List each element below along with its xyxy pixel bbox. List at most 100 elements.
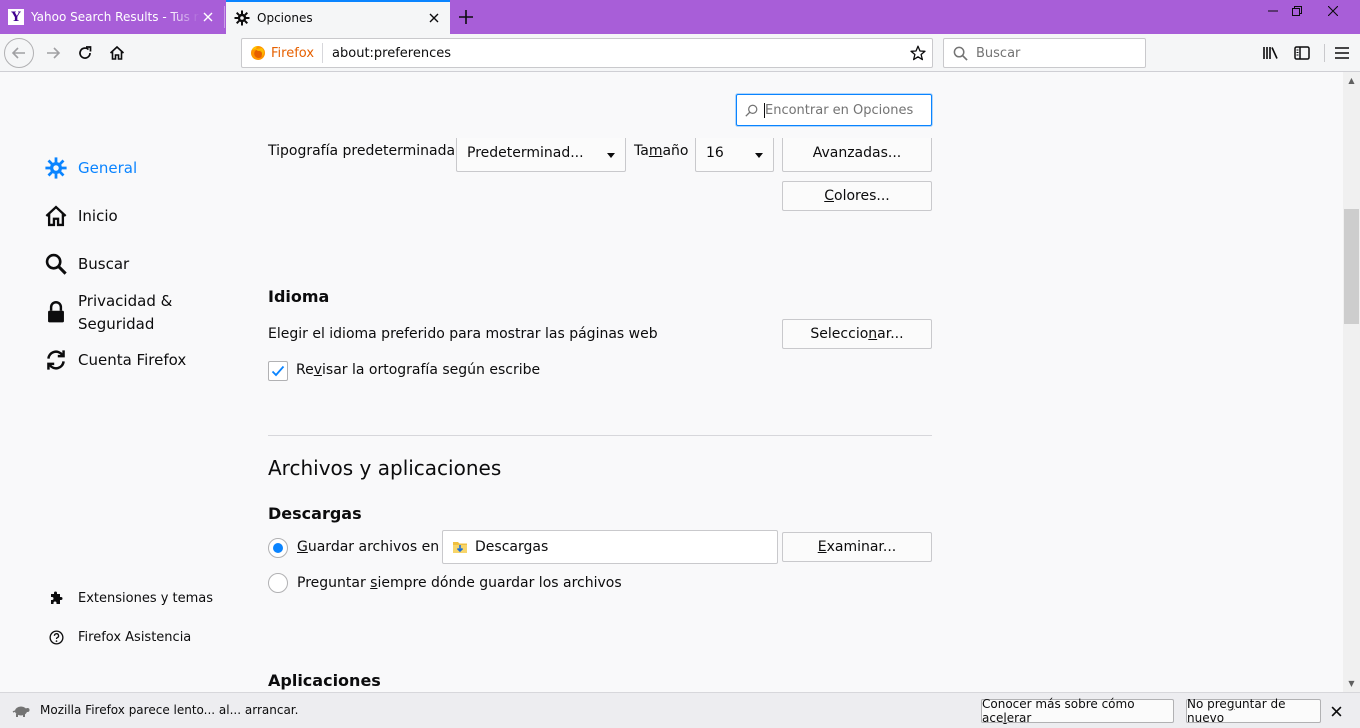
tab-title: Yahoo Search Results - Tus resultados [31,10,200,24]
save-to-label[interactable]: Guardar archivos en [297,539,439,555]
turtle-icon [12,706,30,717]
search-icon [953,46,968,61]
font-size-value: 16 [706,145,724,161]
radio-selected-dot [273,543,283,553]
lock-icon [44,300,68,324]
home-icon [109,45,125,60]
language-description: Elegir el idioma preferido para mostrar … [268,326,658,342]
downloads-heading: Descargas [268,504,362,523]
minimize-icon [1268,10,1278,12]
always-ask-label[interactable]: Preguntar siempre dónde guardar los arch… [297,575,622,591]
learn-more-label: Conocer más sobre cómo acelerar [982,697,1135,725]
toolbar-separator [1324,44,1325,62]
home-button[interactable] [102,38,132,68]
advanced-fonts-button[interactable]: Avanzadas... [782,138,932,172]
category-general[interactable]: General [44,156,137,180]
dont-ask-label: No preguntar de nuevo [1187,697,1286,725]
identity-box[interactable]: Firefox [242,43,324,63]
choose-language-button[interactable]: Seleccionar... [782,319,932,349]
plus-icon [459,10,473,24]
files-apps-section-title: Archivos y aplicaciones [268,456,502,480]
close-tab-icon[interactable] [200,9,216,25]
reload-icon [79,46,92,59]
spellcheck-label[interactable]: Revisar la ortografía según escribe [296,362,540,378]
category-cuenta-firefox[interactable]: Cuenta Firefox [44,348,186,372]
restore-button[interactable] [1282,0,1312,22]
tab-opciones[interactable]: Opciones [226,0,450,34]
navigation-toolbar: Firefox about:preferences Buscar [0,34,1360,72]
hamburger-menu-icon [1335,47,1349,59]
tab-separator [224,6,225,28]
home-icon [44,204,68,228]
sidebar-toggle-button[interactable] [1287,38,1317,68]
window-close-button[interactable] [1318,0,1348,22]
library-button[interactable] [1256,38,1286,68]
find-in-options-input[interactable]: Encontrar en Opciones [736,94,932,126]
learn-more-button[interactable]: Conocer más sobre cómo acelerar [981,697,1174,725]
save-to-radio[interactable] [268,538,288,558]
yahoo-icon: Y [8,9,24,25]
identity-label: Firefox [271,45,315,61]
forward-button[interactable] [38,38,68,68]
scroll-down-arrow-icon[interactable]: ▼ [1343,675,1360,692]
url-text[interactable]: about:preferences [323,46,904,61]
browse-button[interactable]: Examinar... [782,532,932,562]
gear-icon [44,156,68,180]
close-icon [1331,706,1341,716]
menu-button[interactable] [1327,38,1357,68]
scrollbar-thumb[interactable] [1344,209,1359,324]
sync-icon [44,348,68,372]
category-label: Inicio [78,207,118,225]
always-ask-radio[interactable] [268,573,288,593]
category-label: Cuenta Firefox [78,351,187,369]
vertical-scrollbar[interactable]: ▲ ▼ [1343,72,1360,692]
search-bar[interactable]: Buscar [943,38,1146,68]
font-size-label: Tamaño [634,143,689,159]
firefox-support-link[interactable]: Firefox Asistencia [48,629,191,645]
forward-arrow-icon [47,47,61,59]
colors-button[interactable]: Colores... [782,181,932,211]
sidebar-icon [1294,46,1310,60]
search-placeholder: Buscar [976,45,1021,61]
section-divider [268,435,932,436]
find-placeholder: Encontrar en Opciones [765,102,914,118]
back-button[interactable] [4,38,34,68]
download-folder-name: Descargas [475,539,549,555]
url-bar[interactable]: Firefox about:preferences [241,38,933,68]
category-label: General [78,159,138,177]
fonts-row: Tipografía predeterminada Predeterminad.… [260,138,940,172]
default-font-select[interactable]: Predeterminad... [456,138,626,172]
dont-ask-again-button[interactable]: No preguntar de nuevo [1186,697,1321,725]
gear-icon [234,10,250,26]
search-icon [745,104,758,117]
chevron-down-icon [755,153,763,158]
notification-message: Mozilla Firefox parece lento... al... ar… [40,703,299,717]
chevron-down-icon [607,153,615,158]
spellcheck-checkbox[interactable] [268,361,288,381]
close-tab-icon[interactable] [426,10,442,26]
close-icon [1328,6,1338,16]
bookmark-star-icon[interactable] [904,45,932,61]
restore-icon [1292,6,1302,16]
language-heading: Idioma [268,287,330,306]
category-buscar[interactable]: Buscar [44,252,129,276]
scroll-up-arrow-icon[interactable]: ▲ [1343,72,1360,89]
slow-startup-notification: Mozilla Firefox parece lento... al... ar… [0,692,1360,728]
category-label: Buscar [78,255,130,273]
checkmark-icon [271,365,285,377]
font-size-select[interactable]: 16 [695,138,774,172]
puzzle-icon [48,590,64,606]
colors-button-label: Colores... [824,188,890,204]
default-font-label: Tipografía predeterminada [268,143,456,159]
tab-strip: Y Yahoo Search Results - Tus resultados … [0,0,1360,34]
extensions-themes-link[interactable]: Extensiones y temas [48,590,213,606]
search-icon [44,252,68,276]
tab-yahoo-search[interactable]: Y Yahoo Search Results - Tus resultados [0,0,224,34]
reload-button[interactable] [70,38,100,68]
font-select-value: Predeterminad... [467,145,584,161]
new-tab-button[interactable] [454,5,478,29]
library-icon [1263,47,1278,59]
category-privacidad[interactable]: Privacidad & Seguridad [44,290,188,336]
close-notification-button[interactable] [1326,701,1346,721]
category-inicio[interactable]: Inicio [44,204,118,228]
